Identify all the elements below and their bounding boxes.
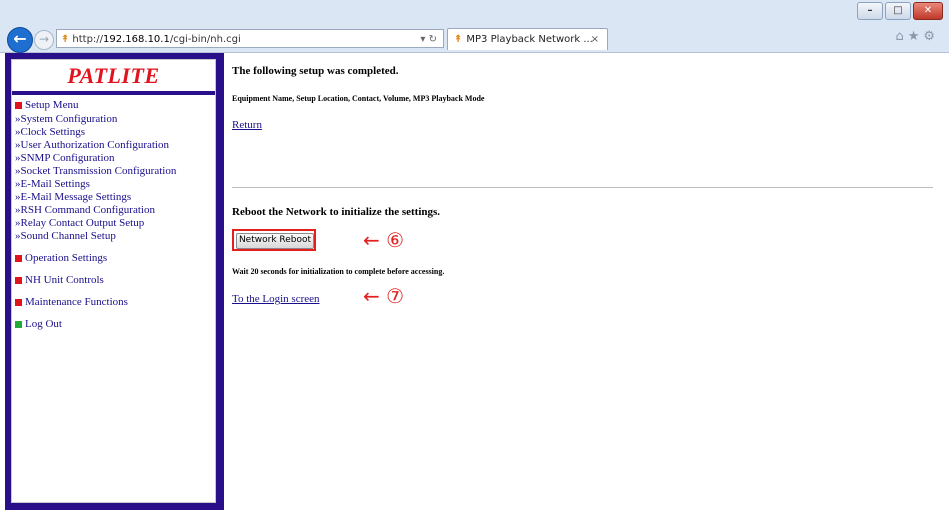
tab-page-icon: ↟ [454, 34, 463, 45]
patlite-logo: PATLITE [67, 63, 160, 88]
wait-text: Wait 20 seconds for initialization to co… [232, 267, 445, 276]
reboot-title: Reboot the Network to initialize the set… [232, 206, 441, 218]
menu-item-socket-transmission[interactable]: »Socket Transmission Configuration [15, 165, 215, 178]
back-button[interactable]: ← [7, 27, 33, 53]
return-link[interactable]: Return [232, 119, 262, 131]
page-icon: ↟ [61, 34, 70, 45]
menu-item-clock-settings[interactable]: »Clock Settings [15, 126, 215, 139]
red-bullet-icon [15, 255, 22, 262]
menu-item-sound-channel-setup[interactable]: »Sound Channel Setup [15, 230, 215, 243]
equipment-line: Equipment Name, Setup Location, Contact,… [232, 94, 485, 103]
section-maintenance-functions[interactable]: Maintenance Functions [15, 296, 215, 309]
annotation-7: ← ⑦ [363, 284, 405, 308]
operation-settings-link[interactable]: Operation Settings [25, 252, 107, 265]
menu-item-snmp-configuration[interactable]: »SNMP Configuration [15, 152, 215, 165]
menu-item-system-configuration[interactable]: »System Configuration [15, 113, 215, 126]
green-bullet-icon [15, 321, 22, 328]
forward-button[interactable]: → [34, 30, 54, 50]
maximize-button[interactable]: □ [885, 2, 911, 20]
section-log-out[interactable]: Log Out [15, 318, 215, 331]
setup-menu-link[interactable]: Setup Menu [25, 99, 78, 112]
menu-item-relay-contact-output[interactable]: »Relay Contact Output Setup [15, 217, 215, 230]
address-bar[interactable]: ↟ http://192.168.10.1/cgi-bin/nh.cgi ▾ ↻ [56, 29, 444, 48]
divider [232, 187, 933, 188]
red-bullet-icon [15, 102, 22, 109]
network-reboot-button[interactable]: Network Reboot [236, 233, 314, 249]
refresh-icon[interactable]: ▾ ↻ [420, 30, 437, 49]
setup-menu: Setup Menu »System Configuration »Clock … [12, 99, 215, 331]
sidebar-panel: PATLITE Setup Menu »System Configuration… [11, 59, 216, 503]
section-operation-settings[interactable]: Operation Settings [15, 252, 215, 265]
menu-item-user-authorization[interactable]: »User Authorization Configuration [15, 139, 215, 152]
toolbar-icons[interactable]: ⌂★⚙ [895, 29, 939, 44]
close-window-button[interactable]: ✕ [913, 2, 943, 20]
reboot-button-highlight: Network Reboot [232, 229, 316, 251]
red-bullet-icon [15, 277, 22, 284]
annotation-6: ← ⑥ [363, 228, 405, 252]
logo-divider [12, 91, 215, 95]
log-out-link[interactable]: Log Out [25, 318, 62, 331]
maintenance-functions-link[interactable]: Maintenance Functions [25, 296, 128, 309]
menu-item-email-message-settings[interactable]: »E-Mail Message Settings [15, 191, 215, 204]
login-screen-link[interactable]: To the Login screen [232, 293, 320, 305]
tab-close-icon[interactable]: × [591, 29, 599, 50]
section-nh-unit-controls[interactable]: NH Unit Controls [15, 274, 215, 287]
tab-label: MP3 Playback Network ... [466, 34, 593, 45]
nh-unit-controls-link[interactable]: NH Unit Controls [25, 274, 104, 287]
minimize-button[interactable]: – [857, 2, 883, 20]
red-bullet-icon [15, 299, 22, 306]
menu-item-rsh-command[interactable]: »RSH Command Configuration [15, 204, 215, 217]
setup-menu-header[interactable]: Setup Menu [15, 99, 215, 112]
url-prefix: http:// [72, 34, 104, 45]
tab-mp3-playback[interactable]: ↟ MP3 Playback Network ... × [447, 28, 608, 50]
browser-chrome: – □ ✕ ← → ↟ http://192.168.10.1/cgi-bin/n… [0, 0, 949, 53]
url-domain: 192.168.10.1 [103, 34, 170, 45]
sidebar: PATLITE Setup Menu »System Configuration… [5, 53, 224, 510]
url-path: /cgi-bin/nh.cgi [169, 34, 241, 45]
window-controls: – □ ✕ [857, 2, 943, 20]
menu-item-email-settings[interactable]: »E-Mail Settings [15, 178, 215, 191]
completed-title: The following setup was completed. [232, 65, 399, 77]
